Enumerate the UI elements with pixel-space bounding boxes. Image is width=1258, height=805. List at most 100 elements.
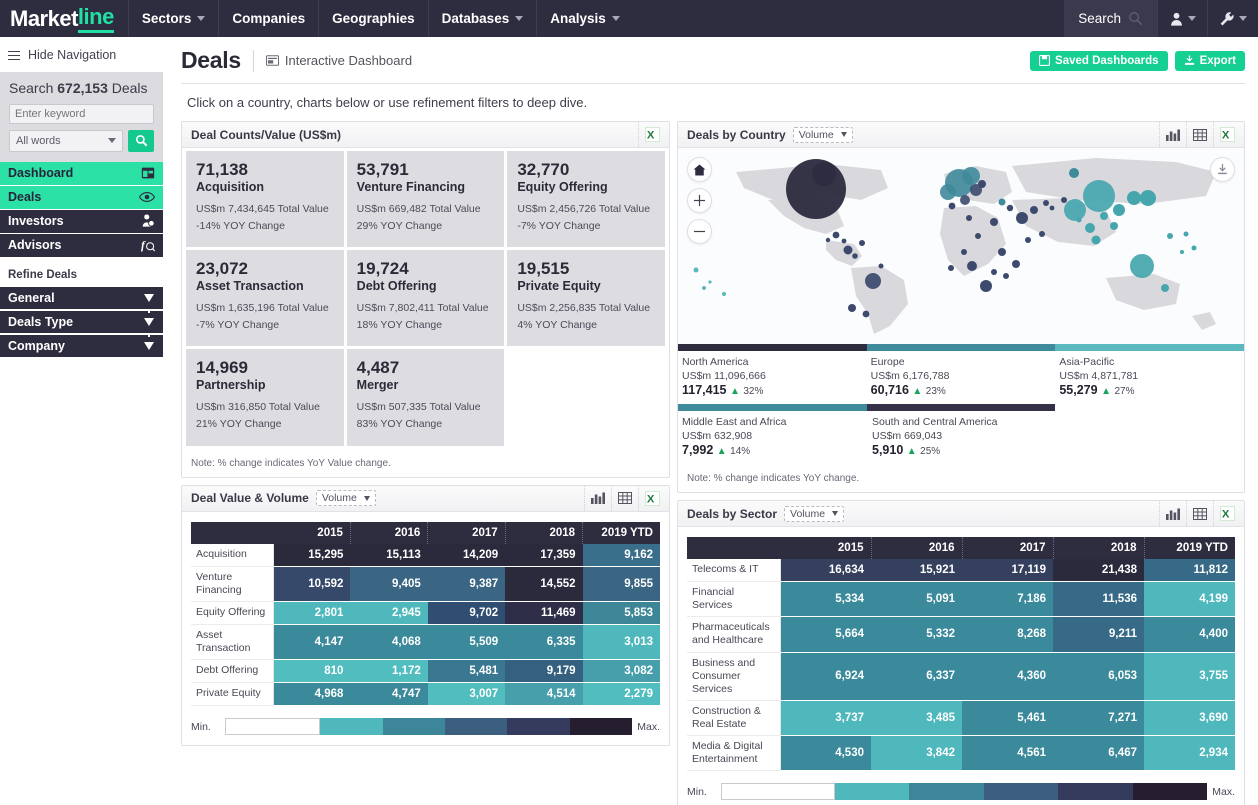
sidebar-item-advisors[interactable]: Advisors f xyxy=(0,233,163,257)
heat-cell[interactable]: 11,469 xyxy=(505,601,583,625)
heat-cell[interactable]: 21,438 xyxy=(1053,559,1144,582)
heat-cell[interactable]: 3,082 xyxy=(582,659,660,684)
heat-cell[interactable]: 5,509 xyxy=(427,624,506,661)
metric-select-deal-value-volume[interactable]: Volume xyxy=(315,490,376,507)
nav-item-sectors[interactable]: Sectors xyxy=(127,0,219,37)
kpi-tile[interactable]: 71,138 Acquisition US$m 7,434,645 Total … xyxy=(186,151,344,248)
heat-cell[interactable]: 4,068 xyxy=(350,624,428,661)
nav-item-analysis[interactable]: Analysis xyxy=(536,0,633,37)
table-row[interactable]: Business and Consumer Services 6,924 6,337… xyxy=(687,652,1235,701)
kpi-tile[interactable]: 23,072 Asset Transaction US$m 1,635,196 … xyxy=(186,250,344,347)
table-row[interactable]: Acquisition 15,295 15,113 14,209 17,359 9,162 xyxy=(191,543,660,567)
filter-general[interactable]: General xyxy=(0,286,163,313)
heat-cell[interactable]: 2,279 xyxy=(582,682,660,707)
table-icon[interactable] xyxy=(611,485,638,511)
heat-cell[interactable]: 4,747 xyxy=(350,682,428,707)
kpi-tile[interactable]: 4,487 Merger US$m 507,335 Total Value 83… xyxy=(346,349,505,446)
heat-cell[interactable]: 16,634 xyxy=(780,559,871,582)
heat-cell[interactable]: 15,113 xyxy=(350,543,428,567)
heat-cell[interactable]: 9,405 xyxy=(350,566,428,602)
user-account-menu[interactable] xyxy=(1157,0,1207,37)
excel-export-icon[interactable]: X xyxy=(1213,501,1240,526)
heat-cell[interactable]: 9,387 xyxy=(427,566,506,602)
keyword-search-input[interactable] xyxy=(9,103,154,124)
heat-cell[interactable]: 10,592 xyxy=(273,566,351,602)
heat-cell[interactable]: 17,359 xyxy=(505,543,583,567)
map-zoom-in-button[interactable] xyxy=(687,188,712,213)
column-header-2015[interactable]: 2015 xyxy=(780,537,872,559)
metric-select-deals-by-country[interactable]: Volume xyxy=(792,126,853,143)
table-icon[interactable] xyxy=(1186,122,1213,147)
map-zoom-out-button[interactable] xyxy=(687,219,712,244)
column-header-2017[interactable]: 2017 xyxy=(427,521,506,544)
kpi-tile[interactable]: 32,770 Equity Offering US$m 2,456,726 To… xyxy=(507,151,666,248)
heat-cell[interactable]: 9,179 xyxy=(505,659,583,684)
heat-cell[interactable]: 4,561 xyxy=(962,735,1053,772)
saved-dashboards-button[interactable]: Saved Dashboards xyxy=(1030,50,1168,71)
heat-cell[interactable]: 4,147 xyxy=(273,624,351,661)
heat-cell[interactable]: 810 xyxy=(273,659,351,684)
heat-cell[interactable]: 11,536 xyxy=(1053,581,1144,618)
search-submit-button[interactable] xyxy=(128,129,154,152)
kpi-tile[interactable]: 19,724 Debt Offering US$m 7,802,411 Tota… xyxy=(346,250,505,347)
table-row[interactable]: Media & Digital Entertainment 4,530 3,842 4… xyxy=(687,735,1235,772)
kpi-tile[interactable]: 53,791 Venture Financing US$m 669,482 To… xyxy=(346,151,505,248)
heat-cell[interactable]: 4,968 xyxy=(273,682,351,707)
region-summary-cell[interactable]: North America US$m 11,096,666 117,415 ▲ 32… xyxy=(678,351,867,404)
column-header-2017[interactable]: 2017 xyxy=(962,537,1054,559)
world-map[interactable] xyxy=(678,148,1244,344)
heat-cell[interactable]: 15,295 xyxy=(273,543,351,567)
match-words-select[interactable]: All words xyxy=(9,129,123,152)
heat-cell[interactable]: 11,812 xyxy=(1144,559,1235,582)
column-header-2015[interactable]: 2015 xyxy=(273,521,351,544)
nav-item-geographies[interactable]: Geographies xyxy=(318,0,428,37)
heat-cell[interactable]: 3,755 xyxy=(1144,652,1235,701)
table-row[interactable]: Equity Offering 2,801 2,945 9,702 11,469 5,85… xyxy=(191,601,660,625)
heat-cell[interactable]: 6,337 xyxy=(871,652,962,701)
heat-cell[interactable]: 15,921 xyxy=(871,559,962,582)
sidebar-item-dashboard[interactable]: Dashboard xyxy=(0,161,163,185)
heat-cell[interactable]: 5,461 xyxy=(962,700,1053,737)
heat-cell[interactable]: 3,690 xyxy=(1144,700,1235,737)
heat-cell[interactable]: 3,842 xyxy=(871,735,962,772)
heat-cell[interactable]: 9,855 xyxy=(582,566,660,602)
bar-chart-icon[interactable] xyxy=(584,485,611,511)
heat-cell[interactable]: 14,209 xyxy=(427,543,506,567)
kpi-tile[interactable]: 14,969 Partnership US$m 316,850 Total Va… xyxy=(186,349,344,446)
heat-cell[interactable]: 9,702 xyxy=(427,601,506,625)
table-row[interactable]: Asset Transaction 4,147 4,068 5,509 6,335 3,0… xyxy=(191,624,660,661)
sidebar-item-deals[interactable]: Deals xyxy=(0,185,163,209)
heat-cell[interactable]: 4,514 xyxy=(505,682,583,707)
global-search-button[interactable]: Search xyxy=(1064,0,1157,37)
heat-cell[interactable]: 5,664 xyxy=(780,616,871,653)
heat-cell[interactable]: 3,737 xyxy=(780,700,871,737)
heat-cell[interactable]: 6,335 xyxy=(505,624,583,661)
region-summary-cell[interactable]: Middle East and Africa US$m 632,908 7,992 … xyxy=(678,411,868,464)
column-header-2016[interactable]: 2016 xyxy=(350,521,429,544)
heat-cell[interactable]: 6,053 xyxy=(1053,652,1144,701)
heat-cell[interactable]: 5,091 xyxy=(871,581,962,618)
excel-export-icon[interactable]: X xyxy=(638,485,665,511)
heat-cell[interactable]: 1,172 xyxy=(350,659,428,684)
region-summary-cell[interactable]: Europe US$m 6,176,788 60,716 ▲ 23% xyxy=(867,351,1056,404)
table-row[interactable]: Financial Services 5,334 5,091 7,186 11,536 4… xyxy=(687,581,1235,618)
heat-cell[interactable]: 8,268 xyxy=(962,616,1053,653)
column-header-2019-ytd[interactable]: 2019 YTD xyxy=(582,521,660,544)
region-summary-cell[interactable]: Asia-Pacific US$m 4,871,781 55,279 ▲ 27% xyxy=(1055,351,1244,404)
heat-cell[interactable]: 7,186 xyxy=(962,581,1053,618)
kpi-tile[interactable]: 19,515 Private Equity US$m 2,256,835 Tot… xyxy=(507,250,666,347)
column-header-2018[interactable]: 2018 xyxy=(505,521,584,544)
heat-cell[interactable]: 2,934 xyxy=(1144,735,1235,772)
heat-cell[interactable]: 4,360 xyxy=(962,652,1053,701)
heat-cell[interactable]: 4,199 xyxy=(1144,581,1235,618)
sidebar-item-investors[interactable]: Investors xyxy=(0,209,163,233)
column-header-2016[interactable]: 2016 xyxy=(871,537,963,559)
heat-cell[interactable]: 4,530 xyxy=(780,735,871,772)
hide-navigation-toggle[interactable]: Hide Navigation xyxy=(0,43,163,72)
heat-cell[interactable]: 3,013 xyxy=(582,624,660,661)
heat-cell[interactable]: 5,853 xyxy=(582,601,660,625)
table-row[interactable]: Pharmaceuticals and Healthcare 5,664 5,332… xyxy=(687,616,1235,653)
bar-chart-icon[interactable] xyxy=(1159,122,1186,147)
map-home-button[interactable] xyxy=(687,157,712,182)
heat-cell[interactable]: 4,400 xyxy=(1144,616,1235,653)
